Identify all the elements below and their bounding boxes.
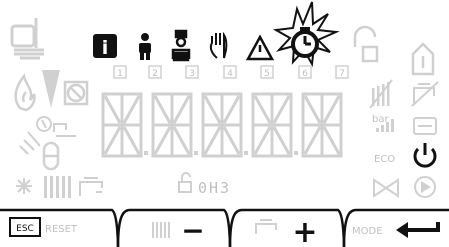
radiator-off-icon xyxy=(369,79,393,109)
esc-button[interactable]: ESC RESET xyxy=(0,208,120,247)
minus-button[interactable]: − xyxy=(116,208,232,247)
slot-number-1: 1 xyxy=(117,69,123,79)
radiator-icon xyxy=(44,176,71,198)
play-icon xyxy=(414,176,436,198)
plus-label: + xyxy=(292,215,317,247)
slot-number-3: 3 xyxy=(189,69,195,79)
slot-number-4: 4 xyxy=(227,69,233,79)
water-drop-icon xyxy=(42,141,60,171)
power-icon xyxy=(413,143,437,168)
pressure-bars-icon: bar xyxy=(372,114,394,132)
hand-icon xyxy=(209,31,228,59)
slot-numbers: 1 2 3 4 5 6 7 xyxy=(113,65,349,79)
house-thermometer-icon xyxy=(411,42,435,76)
service-person-icon xyxy=(171,29,191,62)
sun-heat-icon xyxy=(19,131,41,155)
mode-label: MODE xyxy=(352,226,383,237)
lock-padlock-icon xyxy=(178,172,192,193)
triangle-bars-icon xyxy=(42,70,60,108)
plus-button[interactable]: + xyxy=(228,208,346,247)
shower-tap-icon xyxy=(79,177,103,196)
warning-triangle-icon xyxy=(245,34,275,61)
segment-digits xyxy=(101,92,343,158)
esc-label: ESC xyxy=(16,224,34,234)
info-icon-letter: i xyxy=(102,37,109,59)
minus-label: − xyxy=(181,214,204,247)
slot-number-2: 2 xyxy=(152,69,158,79)
slot-number-5: 5 xyxy=(264,69,270,79)
enter-arrow-icon xyxy=(396,222,440,238)
faucet-flag-icon xyxy=(10,18,44,60)
code-readout: 0H3 xyxy=(198,179,231,197)
info-icon: i xyxy=(93,34,117,59)
boiler-lcd-display: i 1 2 3 4 5 6 7 bar ECO 0H3 ESC RESET − … xyxy=(0,0,449,247)
slot-number-6: 6 xyxy=(302,69,308,79)
program-arrow-icon xyxy=(353,25,379,63)
radiator-small-icon xyxy=(152,222,170,238)
snowflake-icon xyxy=(16,178,32,194)
lcd-panel: i 1 2 3 4 5 6 7 bar ECO 0H3 ESC RESET − … xyxy=(0,1,449,247)
tap-icon xyxy=(36,116,76,137)
mode-enter-button[interactable]: MODE xyxy=(342,208,449,247)
person-icon xyxy=(139,33,151,60)
reset-label: RESET xyxy=(45,224,78,235)
shower-small-icon xyxy=(255,219,277,234)
valve-icon xyxy=(373,178,399,198)
flame-modulation-icon xyxy=(14,73,36,112)
tap-off-icon xyxy=(411,81,439,107)
slot-number-7: 7 xyxy=(339,69,345,79)
clock-timer-icon xyxy=(272,1,340,68)
heater-box-icon xyxy=(413,117,437,135)
eco-label: ECO xyxy=(374,154,395,165)
circle-slash-icon xyxy=(63,80,89,106)
